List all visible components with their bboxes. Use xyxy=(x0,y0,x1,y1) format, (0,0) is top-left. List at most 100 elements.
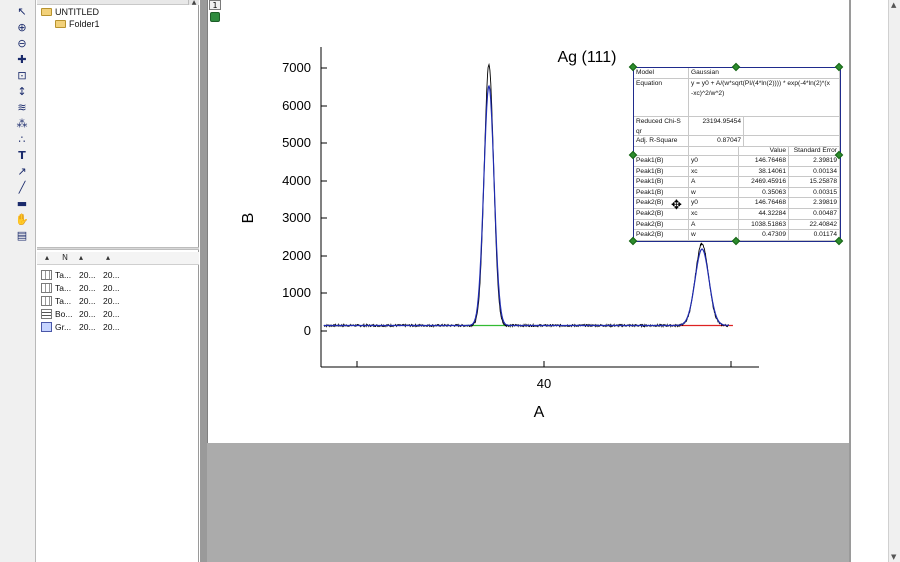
table-cell: y = y0 + A/(w*sqrt(PI/(4*ln(2)))) * exp(… xyxy=(689,79,840,117)
table-cell: y0 xyxy=(689,198,739,209)
pointer-tool-icon[interactable]: ↖ xyxy=(14,4,30,18)
table-cell: 0.00315 xyxy=(789,187,840,199)
table-cell: y0 xyxy=(689,156,739,167)
list-item[interactable]: Bo... 20... 20... xyxy=(41,308,191,321)
table-cell: xc xyxy=(689,209,739,220)
table-icon xyxy=(41,283,52,293)
tree-root-label: UNTITLED xyxy=(55,7,100,17)
project-explorer: UNTITLED Folder1 ▴ N ▴ ▴ Ta... 20... 20.… xyxy=(37,0,199,562)
move-cursor-icon: ✥ xyxy=(671,198,682,213)
scroll-down-icon[interactable]: ▼ xyxy=(891,553,896,561)
explorer-splitter[interactable] xyxy=(37,247,199,250)
graph-icon xyxy=(41,322,52,332)
fit-results-table[interactable]: Model Gaussian Equation y = y0 + A/(w*sq… xyxy=(628,62,844,246)
table-cell: Peak1(B) xyxy=(634,187,689,199)
list-item[interactable]: Ta... 20... 20... xyxy=(41,295,191,308)
x-tick-label: 40 xyxy=(537,376,551,391)
list-item[interactable]: Ta... 20... 20... xyxy=(41,282,191,295)
sort-up-icon[interactable]: ▴ xyxy=(45,253,49,262)
equation-line: y = y0 + A/(w*sqrt(PI/(4*ln(2)))) * exp(… xyxy=(691,80,830,87)
table-cell: 2.39819 xyxy=(789,156,840,167)
table-cell: 0.35063 xyxy=(739,187,789,199)
zoom-out-tool-icon[interactable]: ⊖ xyxy=(14,36,30,50)
sort-up-icon[interactable]: ▴ xyxy=(106,253,110,262)
table-cell: Reduced Chi-S qr xyxy=(634,117,689,136)
chi-label-line: qr xyxy=(636,127,642,135)
table-cell: A xyxy=(689,177,739,188)
table-cell: 146.76468 xyxy=(739,198,789,209)
table-cell: 38.14061 xyxy=(739,166,789,178)
table-cell: 146.76468 xyxy=(739,156,789,167)
table-cell: 0.87047 xyxy=(689,136,744,147)
table-cell: 22.40842 xyxy=(789,219,840,231)
book-icon xyxy=(41,309,52,319)
folder-icon xyxy=(55,20,66,28)
text-tool-icon[interactable]: T xyxy=(14,148,30,162)
table-cell: 15.25878 xyxy=(789,177,840,188)
rectangle-tool-icon[interactable]: ▬ xyxy=(14,196,30,210)
chi-label-line: Reduced Chi-S xyxy=(636,118,681,125)
hand-tool-icon[interactable]: ✋ xyxy=(14,212,30,226)
table-cell xyxy=(689,147,739,156)
table-cell: 2.39819 xyxy=(789,198,840,209)
explorer-title-bar xyxy=(37,0,199,5)
table-cell: Equation xyxy=(634,79,689,117)
y-tick-label: 4000 xyxy=(282,173,311,188)
table-cell: 23194.95454 xyxy=(689,117,744,136)
layer-tool-icon[interactable]: ▤ xyxy=(14,228,30,242)
table-cell xyxy=(634,147,689,156)
tree-root-untitled[interactable]: UNTITLED xyxy=(41,7,99,17)
table-cell: Peak2(B) xyxy=(634,219,689,231)
screen-reader-tool-icon[interactable]: ✚ xyxy=(14,52,30,66)
table-cell: Peak1(B) xyxy=(634,166,689,178)
table-cell xyxy=(744,117,840,136)
table-cell: Peak1(B) xyxy=(634,156,689,167)
table-cell: 0.47309 xyxy=(739,230,789,241)
table-cell: A xyxy=(689,219,739,231)
table-cell: Peak1(B) xyxy=(634,177,689,188)
data-selector-tool-icon[interactable]: ↕ xyxy=(14,84,30,98)
tree-folder-label: Folder1 xyxy=(69,19,100,29)
table-cell: w xyxy=(689,230,739,241)
table-icon xyxy=(41,296,52,306)
table-cell: 0.01174 xyxy=(789,230,840,241)
table-cell: w xyxy=(689,187,739,199)
folder-icon xyxy=(41,8,52,16)
tree-item-folder1[interactable]: Folder1 xyxy=(55,19,100,29)
arrow-tool-icon[interactable]: ↗ xyxy=(14,164,30,178)
table-cell: 0.00134 xyxy=(789,166,840,178)
y-tick-label: 3000 xyxy=(282,210,311,225)
y-tick-label: 1000 xyxy=(282,285,311,300)
list-header: ▴ N ▴ ▴ xyxy=(37,252,199,265)
explorer-scroll-up-icon[interactable]: ▲ xyxy=(188,0,199,6)
scroll-up-icon[interactable]: ▲ xyxy=(891,1,896,9)
y-axis-title: B xyxy=(240,213,257,224)
table-cell: Model xyxy=(634,68,689,79)
mask-tool-icon[interactable]: ⁂ xyxy=(14,116,30,130)
table-cell: xc xyxy=(689,166,739,178)
table-cell: 0.00487 xyxy=(789,209,840,220)
table-cell: 2469.45916 xyxy=(739,177,789,188)
line-tool-icon[interactable]: ╱ xyxy=(14,180,30,194)
table-cell: Peak2(B) xyxy=(634,230,689,241)
y-tick-label: 7000 xyxy=(282,60,311,75)
table-cell: 1038.51863 xyxy=(739,219,789,231)
table-cell xyxy=(744,136,840,147)
y-tick-label: 5000 xyxy=(282,135,311,150)
list-item[interactable]: Ta... 20... 20... xyxy=(41,269,191,282)
zoom-in-tool-icon[interactable]: ⊕ xyxy=(14,20,30,34)
column-name-header[interactable]: N xyxy=(62,253,68,262)
y-tick-label: 2000 xyxy=(282,248,311,263)
table-header-error: Standard Error xyxy=(789,147,840,156)
draw-data-tool-icon[interactable]: ≋ xyxy=(14,100,30,114)
right-scrollbar[interactable]: ▲ ▼ xyxy=(888,0,900,562)
list-item[interactable]: Gr... 20... 20... xyxy=(41,321,191,334)
graph-window-margin xyxy=(207,443,849,562)
chart-title[interactable]: Ag (111) xyxy=(558,49,617,66)
table-cell: Gaussian xyxy=(689,68,840,79)
region-tool-icon[interactable]: ∴ xyxy=(14,132,30,146)
y-tick-label: 6000 xyxy=(282,98,311,113)
table-cell: 44.32284 xyxy=(739,209,789,220)
data-reader-tool-icon[interactable]: ⊡ xyxy=(14,68,30,82)
sort-up-icon[interactable]: ▴ xyxy=(79,253,83,262)
